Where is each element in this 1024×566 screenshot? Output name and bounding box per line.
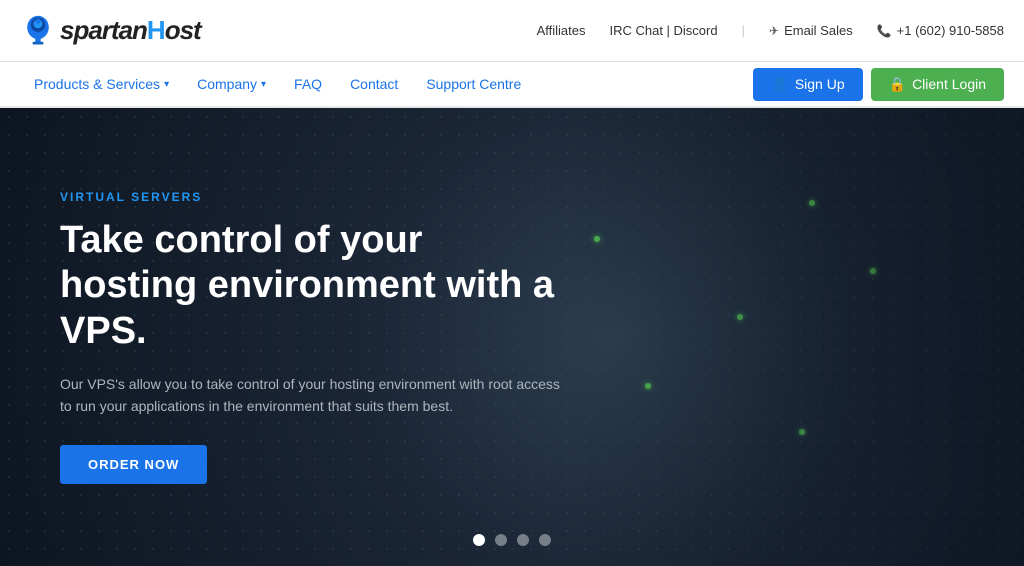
- hero-description: Our VPS's allow you to take control of y…: [60, 373, 560, 418]
- chevron-down-icon: ▾: [261, 79, 266, 90]
- chevron-down-icon: ▾: [164, 79, 169, 90]
- logo[interactable]: spartanHost: [20, 13, 201, 49]
- client-login-button[interactable]: 🔒 Client Login: [871, 68, 1004, 101]
- top-links: Affiliates IRC Chat | Discord | ✈ Email …: [537, 23, 1004, 38]
- nav-buttons: 👤 Sign Up 🔒 Client Login: [753, 68, 1004, 101]
- nav-support[interactable]: Support Centre: [412, 62, 535, 106]
- email-sales[interactable]: ✈ Email Sales: [769, 23, 853, 38]
- slider-dot-2[interactable]: [495, 534, 507, 546]
- affiliates-link[interactable]: Affiliates: [537, 23, 586, 38]
- irc-link[interactable]: IRC Chat | Discord: [609, 23, 717, 38]
- nav-company[interactable]: Company ▾: [183, 62, 280, 106]
- phone-icon: 📞: [877, 24, 892, 38]
- signup-button[interactable]: 👤 Sign Up: [753, 68, 862, 101]
- nav-faq[interactable]: FAQ: [280, 62, 336, 106]
- nav-links: Products & Services ▾ Company ▾ FAQ Cont…: [20, 62, 535, 106]
- slider-dot-3[interactable]: [517, 534, 529, 546]
- logo-text: spartanHost: [60, 15, 201, 46]
- led-light: [809, 200, 815, 206]
- top-divider: |: [742, 23, 745, 38]
- hero-content: VIRTUAL SERVERS Take control of your hos…: [0, 190, 620, 485]
- top-bar: spartanHost Affiliates IRC Chat | Discor…: [0, 0, 1024, 62]
- phone-contact[interactable]: 📞 +1 (602) 910-5858: [877, 23, 1004, 38]
- user-icon: 👤: [771, 76, 788, 93]
- slider-dot-1[interactable]: [473, 534, 485, 546]
- nav-products-services[interactable]: Products & Services ▾: [20, 62, 183, 106]
- slider-dot-4[interactable]: [539, 534, 551, 546]
- led-light: [645, 383, 651, 389]
- nav-contact[interactable]: Contact: [336, 62, 412, 106]
- hero-category: VIRTUAL SERVERS: [60, 190, 560, 204]
- hero-section: VIRTUAL SERVERS Take control of your hos…: [0, 108, 1024, 566]
- hero-title: Take control of your hosting environment…: [60, 218, 560, 355]
- order-now-button[interactable]: ORDER NOW: [60, 445, 207, 484]
- slider-dots: [473, 534, 551, 546]
- paper-plane-icon: ✈: [769, 24, 779, 38]
- lock-icon: 🔒: [889, 76, 906, 93]
- nav-bar: Products & Services ▾ Company ▾ FAQ Cont…: [0, 62, 1024, 108]
- led-light: [799, 429, 805, 435]
